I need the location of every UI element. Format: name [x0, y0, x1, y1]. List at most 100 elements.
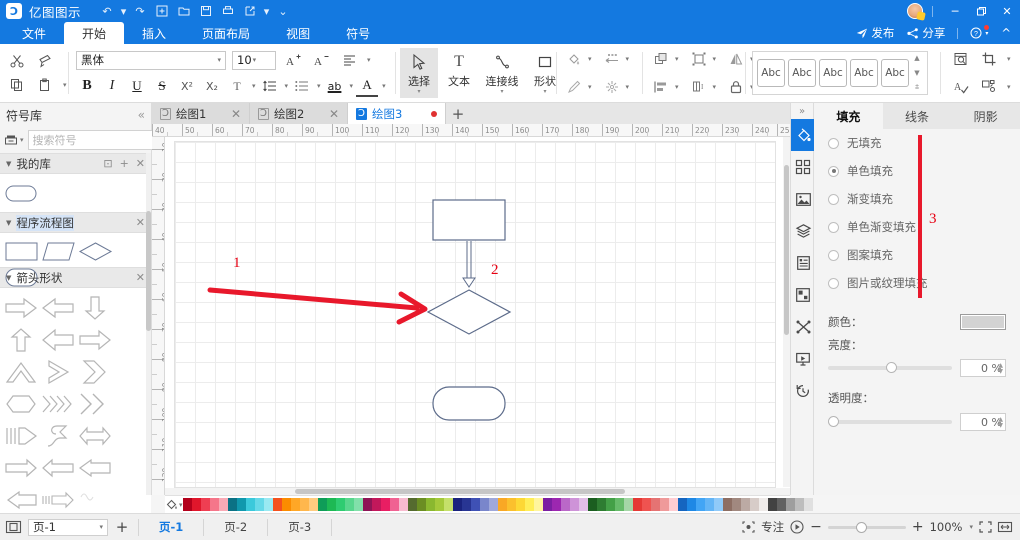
palette-swatch[interactable] — [650, 498, 660, 511]
group-header-arrow-shapes[interactable]: ▼ 箭头形状 ✕ — [0, 267, 151, 288]
zoom-slider[interactable] — [827, 521, 906, 533]
shape-chevron-right-2[interactable] — [76, 356, 113, 388]
palette-swatch[interactable] — [740, 498, 750, 511]
radio-icon[interactable] — [828, 277, 839, 289]
focus-icon[interactable] — [742, 521, 755, 533]
palette-swatch[interactable] — [722, 498, 732, 511]
opacity-slider-knob[interactable] — [828, 416, 839, 427]
close-tab-icon[interactable]: ✕ — [329, 107, 339, 121]
more-commands-icon[interactable]: ⌄ — [273, 2, 293, 20]
tab-fill[interactable]: 填充 — [814, 103, 883, 129]
decrease-font-size-button[interactable]: A — [310, 49, 332, 71]
quick-style-2[interactable]: Abc — [788, 59, 816, 87]
save-icon[interactable] — [196, 2, 216, 20]
palette-swatch[interactable] — [425, 498, 435, 511]
palette-swatch[interactable] — [218, 498, 228, 511]
lock-button[interactable] — [725, 76, 747, 98]
crop-button[interactable] — [978, 48, 1000, 70]
menu-tab-insert[interactable]: 插入 — [124, 22, 184, 44]
document-tab-2[interactable]: Ɔ 绘图2 ✕ — [250, 103, 348, 124]
close-group-icon[interactable]: ✕ — [136, 216, 145, 229]
export-dropdown-icon[interactable]: ▾ — [262, 2, 271, 20]
group-header-program-flowchart[interactable]: ▼ 程序流程图 ✕ — [0, 212, 151, 233]
palette-swatch[interactable] — [668, 498, 678, 511]
export-icon[interactable] — [240, 2, 260, 20]
shape-arrow-left-2[interactable] — [76, 452, 113, 484]
canvas-horizontal-scrollbar[interactable] — [165, 488, 790, 495]
align-objects-dropdown-icon[interactable]: ▾ — [675, 83, 679, 91]
palette-swatch[interactable] — [704, 498, 714, 511]
bold-button[interactable]: B — [76, 75, 98, 97]
cut-button[interactable] — [6, 50, 28, 72]
canvas-area[interactable]: 1 2 — [165, 137, 790, 495]
brightness-slider[interactable] — [828, 362, 952, 373]
palette-swatch[interactable] — [551, 498, 561, 511]
palette-swatch[interactable] — [542, 498, 552, 511]
close-button[interactable]: ✕ — [994, 0, 1020, 22]
shape-hexagon-arrow[interactable] — [2, 388, 39, 420]
palette-swatch[interactable] — [245, 498, 255, 511]
smart-layout-dropdown-icon[interactable]: ▾ — [1007, 83, 1011, 91]
quick-style-4[interactable]: Abc — [850, 59, 878, 87]
group-header-my-library[interactable]: ▼ 我的库 ⊡ + ✕ — [0, 153, 151, 174]
close-group-icon[interactable]: ✕ — [136, 271, 145, 284]
menu-tab-symbol[interactable]: 符号 — [328, 22, 388, 44]
palette-swatch[interactable] — [686, 498, 696, 511]
history-panel-icon[interactable] — [791, 375, 815, 407]
font-family-select[interactable]: 黑体 ▾ — [76, 50, 226, 70]
crop-dropdown-icon[interactable]: ▾ — [1007, 55, 1011, 63]
shape-arrow-left-3[interactable] — [2, 484, 39, 516]
fill-option-pattern[interactable]: 图案填充 — [814, 241, 1020, 269]
shape-arrow-left-thin[interactable] — [39, 452, 76, 484]
connector-tool-button[interactable]: 连接线 ▾ — [480, 48, 524, 98]
increase-font-size-button[interactable]: A — [282, 49, 304, 71]
group-button[interactable] — [688, 48, 710, 70]
vertical-ruler[interactable]: 10 20 30 40 50 60 70 80 90 100 110 120 — [152, 137, 165, 495]
palette-swatch[interactable] — [389, 498, 399, 511]
effects-button[interactable] — [601, 76, 623, 98]
text-highlight-button[interactable]: ab — [324, 75, 346, 97]
redo-icon[interactable]: ↷ — [130, 2, 150, 20]
chevron-down-icon[interactable]: ▾ — [543, 89, 546, 95]
radio-icon[interactable] — [828, 249, 839, 261]
palette-swatch[interactable] — [749, 498, 759, 511]
palette-swatch[interactable] — [560, 498, 570, 511]
fill-panel-icon[interactable] — [791, 119, 815, 151]
strikethrough-button[interactable]: S — [151, 75, 173, 97]
document-tab-3[interactable]: Ɔ 绘图3 — [348, 103, 446, 124]
palette-swatch[interactable] — [380, 498, 390, 511]
horizontal-ruler[interactable]: 40 50 60 70 80 90 100 110 120 130 140 15… — [152, 124, 790, 137]
add-document-tab-button[interactable]: + — [446, 103, 470, 124]
align-objects-button[interactable] — [650, 76, 672, 98]
play-icon[interactable] — [790, 520, 804, 534]
palette-swatch[interactable] — [479, 498, 489, 511]
focus-label[interactable]: 专注 — [761, 519, 784, 535]
palette-swatch[interactable] — [317, 498, 327, 511]
palette-swatch[interactable] — [434, 498, 444, 511]
fill-option-gradient[interactable]: 渐变填充 — [814, 185, 1020, 213]
fill-option-mono-gradient[interactable]: 单色渐变填充 — [814, 213, 1020, 241]
shape-zigzag[interactable] — [76, 484, 113, 504]
canvas-vertical-thumb[interactable] — [784, 165, 789, 335]
quick-style-3[interactable]: Abc — [819, 59, 847, 87]
quick-style-5[interactable]: Abc — [881, 59, 909, 87]
opacity-slider[interactable] — [828, 416, 952, 427]
drawing-canvas[interactable]: 1 2 — [175, 142, 775, 487]
radio-icon[interactable] — [828, 137, 839, 149]
presentation-panel-icon[interactable] — [791, 343, 815, 375]
palette-swatch[interactable] — [731, 498, 741, 511]
radio-icon-selected[interactable] — [828, 165, 839, 177]
shape-arrow-left-block[interactable] — [39, 292, 76, 324]
brightness-stepper[interactable]: ▲ ▼ — [998, 360, 1003, 378]
subscript-button[interactable]: X₂ — [201, 75, 223, 97]
shape-chevron-up[interactable] — [2, 356, 39, 388]
shape-arrow-down[interactable] — [76, 292, 113, 324]
share-button[interactable]: 分享 — [902, 24, 950, 42]
superscript-button[interactable]: X² — [176, 75, 198, 97]
group-dropdown-icon[interactable]: ▾ — [713, 55, 717, 63]
palette-swatch[interactable] — [605, 498, 615, 511]
palette-swatch[interactable] — [209, 498, 219, 511]
distribute-button[interactable]: I — [688, 76, 710, 98]
bring-forward-button[interactable] — [650, 48, 672, 70]
palette-swatch[interactable] — [281, 498, 291, 511]
